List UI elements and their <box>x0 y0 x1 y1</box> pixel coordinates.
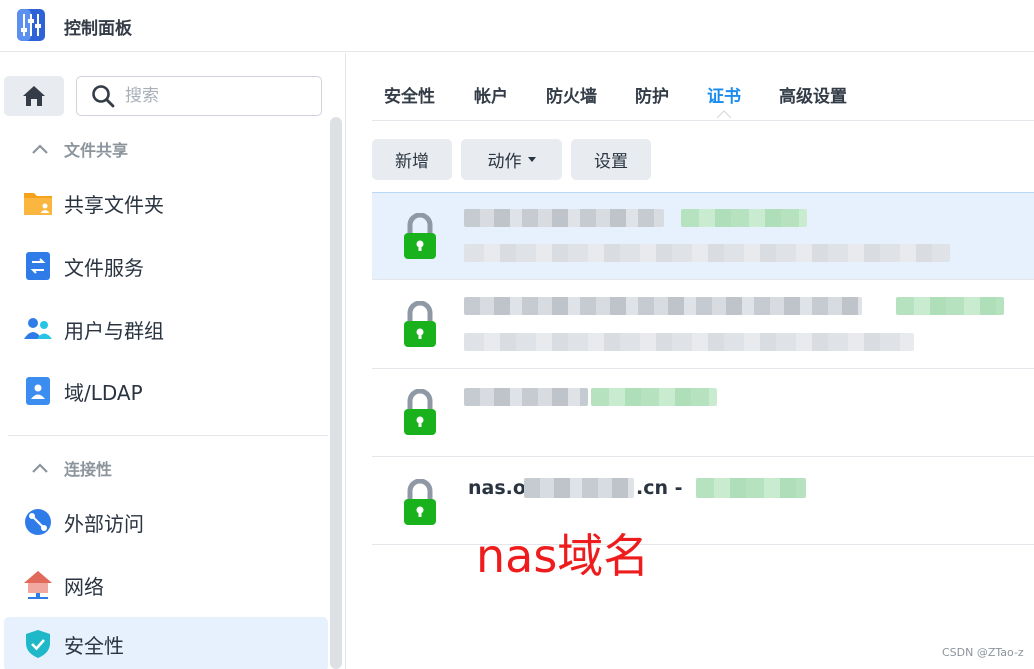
redacted-text <box>464 244 950 262</box>
redacted-text <box>464 333 914 351</box>
sidebar-item-label: 外部访问 <box>64 511 144 536</box>
action-button-label: 动作 <box>487 152 522 172</box>
sidebar-item-label: 用户与群组 <box>64 318 164 343</box>
chevron-up-icon <box>32 463 48 473</box>
home-icon <box>23 86 45 106</box>
sidebar-item-security[interactable]: 安全性 <box>4 617 328 669</box>
sidebar-item-label: 共享文件夹 <box>64 192 164 217</box>
tab-protection[interactable]: 防护 <box>635 82 669 107</box>
section-header-connectivity[interactable]: 连接性 <box>30 456 112 480</box>
redacted-text <box>896 297 1004 315</box>
redacted-text <box>464 209 664 227</box>
tab-account[interactable]: 帐户 <box>474 82 508 107</box>
add-button[interactable]: 新增 <box>372 139 452 180</box>
sidebar: 文件共享 共享文件夹 文件服务 用户与群组 域/L <box>0 53 346 669</box>
redacted-text <box>681 209 807 227</box>
lock-icon <box>404 301 436 347</box>
tab-firewall[interactable]: 防火墙 <box>546 82 597 107</box>
chevron-up-icon <box>32 144 48 154</box>
certificate-row[interactable] <box>372 281 1034 369</box>
redacted-text <box>524 478 634 498</box>
file-services-icon <box>26 252 50 280</box>
sidebar-item-label: 网络 <box>64 574 104 599</box>
sidebar-item-domain-ldap[interactable]: 域/LDAP <box>4 364 328 418</box>
sidebar-item-network[interactable]: 网络 <box>4 558 328 612</box>
settings-button-label: 设置 <box>594 152 628 172</box>
section-header-label: 文件共享 <box>64 141 129 160</box>
external-access-icon <box>25 509 51 535</box>
section-header-label: 连接性 <box>64 460 113 479</box>
tab-security[interactable]: 安全性 <box>384 82 435 107</box>
certificate-row[interactable] <box>372 369 1034 457</box>
settings-button[interactable]: 设置 <box>571 139 651 180</box>
certificate-name-suffix: .cn - <box>636 477 683 499</box>
sidebar-item-label: 文件服务 <box>64 255 144 280</box>
section-header-file-sharing[interactable]: 文件共享 <box>30 137 128 161</box>
folder-share-icon <box>24 193 52 215</box>
users-groups-icon <box>24 318 52 339</box>
redacted-text <box>696 478 806 498</box>
lock-icon <box>404 213 436 259</box>
caret-down-icon <box>527 157 536 162</box>
sidebar-scrollbar[interactable] <box>330 117 342 669</box>
active-tab-indicator <box>717 110 731 118</box>
redacted-text <box>464 388 588 406</box>
title-bar: 控制面板 <box>0 0 1034 52</box>
redacted-text <box>464 297 862 315</box>
watermark: CSDN @ZTao-z <box>942 646 1024 659</box>
sidebar-item-label: 安全性 <box>64 633 124 658</box>
sidebar-item-external-access[interactable]: 外部访问 <box>4 495 328 549</box>
redacted-text <box>591 388 717 406</box>
certificate-row[interactable] <box>372 192 1034 280</box>
tab-bar: 安全性 帐户 防火墙 防护 证书 高级设置 <box>372 53 1034 121</box>
sidebar-item-label: 域/LDAP <box>64 380 143 405</box>
home-button[interactable] <box>4 76 64 116</box>
search-box[interactable] <box>76 76 322 116</box>
sidebar-item-users-groups[interactable]: 用户与群组 <box>4 302 328 356</box>
sidebar-divider <box>8 435 328 436</box>
sidebar-item-file-services[interactable]: 文件服务 <box>4 239 328 293</box>
action-dropdown-button[interactable]: 动作 <box>461 139 562 180</box>
lock-icon <box>404 479 436 525</box>
network-icon <box>24 571 52 599</box>
tab-advanced-settings[interactable]: 高级设置 <box>779 82 847 107</box>
search-icon <box>92 85 115 108</box>
tab-certificate[interactable]: 证书 <box>707 82 741 107</box>
add-button-label: 新增 <box>395 152 429 172</box>
window-title: 控制面板 <box>64 19 132 39</box>
domain-ldap-icon <box>26 377 50 405</box>
control-panel-icon <box>17 9 45 41</box>
certificate-row[interactable]: nas.o .cn - <box>372 457 1034 545</box>
certificate-name-prefix: nas.o <box>468 477 526 499</box>
search-input[interactable] <box>125 86 305 106</box>
annotation-text: nas域名 <box>476 529 650 583</box>
security-shield-icon <box>26 630 50 658</box>
lock-icon <box>404 389 436 435</box>
sidebar-item-shared-folder[interactable]: 共享文件夹 <box>4 176 328 230</box>
